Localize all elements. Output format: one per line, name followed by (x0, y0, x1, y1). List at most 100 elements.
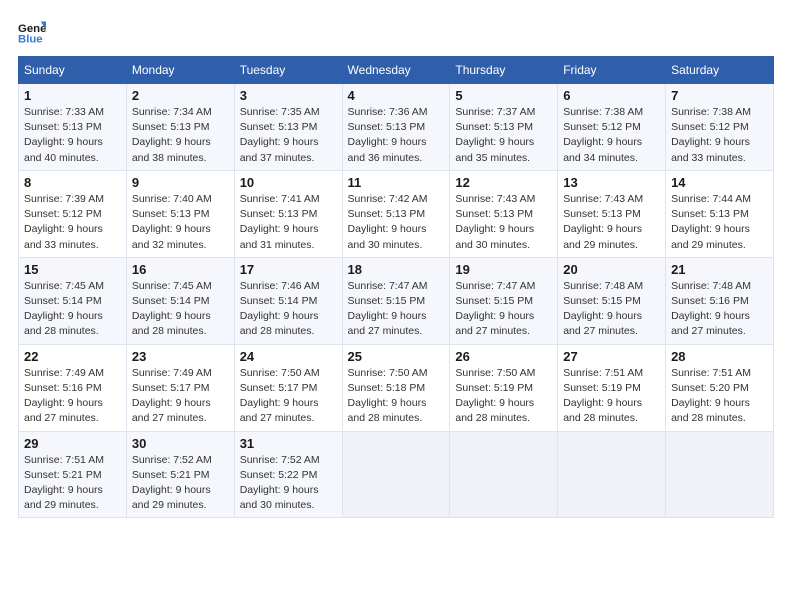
day-info: Sunrise: 7:38 AMSunset: 5:12 PMDaylight:… (563, 106, 643, 164)
calendar-cell: 13Sunrise: 7:43 AMSunset: 5:13 PMDayligh… (558, 170, 666, 257)
calendar-cell: 26 Sunrise: 7:50 AMSunset: 5:19 PMDayligh… (450, 344, 558, 431)
day-number: 17 (240, 262, 337, 277)
weekday-header-tuesday: Tuesday (234, 57, 342, 84)
calendar-cell: 11Sunrise: 7:42 AMSunset: 5:13 PMDayligh… (342, 170, 450, 257)
week-row-1: 1 Sunrise: 7:33 AMSunset: 5:13 PMDaylight… (19, 84, 774, 171)
day-info: Sunrise: 7:40 AMSunset: 5:13 PMDaylight:… (132, 193, 212, 251)
calendar-cell: 18 Sunrise: 7:47 AMSunset: 5:15 PMDayligh… (342, 257, 450, 344)
day-number: 9 (132, 175, 229, 190)
day-number: 12 (455, 175, 552, 190)
day-info: Sunrise: 7:51 AMSunset: 5:19 PMDaylight:… (563, 367, 643, 425)
day-info: Sunrise: 7:41 AMSunset: 5:13 PMDaylight:… (240, 193, 320, 251)
day-number: 24 (240, 349, 337, 364)
calendar-cell: 22 Sunrise: 7:49 AMSunset: 5:16 PMDayligh… (19, 344, 127, 431)
day-number: 26 (455, 349, 552, 364)
day-number: 13 (563, 175, 660, 190)
week-row-2: 8 Sunrise: 7:39 AMSunset: 5:12 PMDaylight… (19, 170, 774, 257)
weekday-header-thursday: Thursday (450, 57, 558, 84)
weekday-header-monday: Monday (126, 57, 234, 84)
day-info: Sunrise: 7:34 AMSunset: 5:13 PMDaylight:… (132, 106, 212, 164)
day-number: 21 (671, 262, 768, 277)
calendar-cell: 10 Sunrise: 7:41 AMSunset: 5:13 PMDayligh… (234, 170, 342, 257)
weekday-header-sunday: Sunday (19, 57, 127, 84)
day-info: Sunrise: 7:48 AMSunset: 5:15 PMDaylight:… (563, 280, 643, 338)
day-info: Sunrise: 7:39 AMSunset: 5:12 PMDaylight:… (24, 193, 104, 251)
day-info: Sunrise: 7:35 AMSunset: 5:13 PMDaylight:… (240, 106, 320, 164)
calendar-cell: 17Sunrise: 7:46 AMSunset: 5:14 PMDayligh… (234, 257, 342, 344)
calendar-cell: 30 Sunrise: 7:52 AMSunset: 5:21 PMDayligh… (126, 431, 234, 518)
calendar-cell: 20 Sunrise: 7:48 AMSunset: 5:15 PMDayligh… (558, 257, 666, 344)
calendar-cell: 28 Sunrise: 7:51 AMSunset: 5:20 PMDayligh… (666, 344, 774, 431)
day-number: 30 (132, 436, 229, 451)
calendar-cell: 9 Sunrise: 7:40 AMSunset: 5:13 PMDaylight… (126, 170, 234, 257)
day-info: Sunrise: 7:49 AMSunset: 5:17 PMDaylight:… (132, 367, 212, 425)
day-number: 20 (563, 262, 660, 277)
logo: General Blue (18, 18, 50, 46)
calendar-cell (342, 431, 450, 518)
calendar-cell: 12 Sunrise: 7:43 AMSunset: 5:13 PMDayligh… (450, 170, 558, 257)
calendar-cell: 19Sunrise: 7:47 AMSunset: 5:15 PMDayligh… (450, 257, 558, 344)
calendar-cell: 29 Sunrise: 7:51 AMSunset: 5:21 PMDayligh… (19, 431, 127, 518)
day-number: 19 (455, 262, 552, 277)
day-info: Sunrise: 7:33 AMSunset: 5:13 PMDaylight:… (24, 106, 104, 164)
logo-icon: General Blue (18, 18, 46, 46)
day-info: Sunrise: 7:38 AMSunset: 5:12 PMDaylight:… (671, 106, 751, 164)
day-number: 29 (24, 436, 121, 451)
day-number: 7 (671, 88, 768, 103)
calendar-cell: 31Sunrise: 7:52 AMSunset: 5:22 PMDayligh… (234, 431, 342, 518)
day-number: 4 (348, 88, 445, 103)
day-info: Sunrise: 7:50 AMSunset: 5:19 PMDaylight:… (455, 367, 535, 425)
day-info: Sunrise: 7:36 AMSunset: 5:13 PMDaylight:… (348, 106, 428, 164)
calendar-cell: 6Sunrise: 7:38 AMSunset: 5:12 PMDaylight… (558, 84, 666, 171)
day-info: Sunrise: 7:47 AMSunset: 5:15 PMDaylight:… (348, 280, 428, 338)
day-number: 2 (132, 88, 229, 103)
calendar-cell: 15Sunrise: 7:45 AMSunset: 5:14 PMDayligh… (19, 257, 127, 344)
day-number: 1 (24, 88, 121, 103)
day-info: Sunrise: 7:49 AMSunset: 5:16 PMDaylight:… (24, 367, 104, 425)
calendar-cell: 4 Sunrise: 7:36 AMSunset: 5:13 PMDaylight… (342, 84, 450, 171)
calendar-cell: 5Sunrise: 7:37 AMSunset: 5:13 PMDaylight… (450, 84, 558, 171)
day-number: 10 (240, 175, 337, 190)
day-info: Sunrise: 7:52 AMSunset: 5:21 PMDaylight:… (132, 454, 212, 512)
calendar-cell: 25Sunrise: 7:50 AMSunset: 5:18 PMDayligh… (342, 344, 450, 431)
day-number: 16 (132, 262, 229, 277)
calendar-cell (450, 431, 558, 518)
day-number: 23 (132, 349, 229, 364)
day-number: 8 (24, 175, 121, 190)
calendar-cell (558, 431, 666, 518)
calendar-cell: 8 Sunrise: 7:39 AMSunset: 5:12 PMDaylight… (19, 170, 127, 257)
day-number: 31 (240, 436, 337, 451)
calendar-cell: 21 Sunrise: 7:48 AMSunset: 5:16 PMDayligh… (666, 257, 774, 344)
calendar-cell: 14 Sunrise: 7:44 AMSunset: 5:13 PMDayligh… (666, 170, 774, 257)
day-info: Sunrise: 7:45 AMSunset: 5:14 PMDaylight:… (24, 280, 104, 338)
day-number: 28 (671, 349, 768, 364)
day-number: 27 (563, 349, 660, 364)
day-number: 3 (240, 88, 337, 103)
calendar-cell: 24Sunrise: 7:50 AMSunset: 5:17 PMDayligh… (234, 344, 342, 431)
day-number: 14 (671, 175, 768, 190)
calendar-cell: 27 Sunrise: 7:51 AMSunset: 5:19 PMDayligh… (558, 344, 666, 431)
week-row-4: 22 Sunrise: 7:49 AMSunset: 5:16 PMDayligh… (19, 344, 774, 431)
weekday-header-row: SundayMondayTuesdayWednesdayThursdayFrid… (19, 57, 774, 84)
day-info: Sunrise: 7:43 AMSunset: 5:13 PMDaylight:… (455, 193, 535, 251)
day-info: Sunrise: 7:50 AMSunset: 5:18 PMDaylight:… (348, 367, 428, 425)
calendar-cell: 1 Sunrise: 7:33 AMSunset: 5:13 PMDaylight… (19, 84, 127, 171)
day-info: Sunrise: 7:37 AMSunset: 5:13 PMDaylight:… (455, 106, 535, 164)
calendar-cell: 16Sunrise: 7:45 AMSunset: 5:14 PMDayligh… (126, 257, 234, 344)
calendar-cell: 23 Sunrise: 7:49 AMSunset: 5:17 PMDayligh… (126, 344, 234, 431)
day-info: Sunrise: 7:48 AMSunset: 5:16 PMDaylight:… (671, 280, 751, 338)
day-info: Sunrise: 7:42 AMSunset: 5:13 PMDaylight:… (348, 193, 428, 251)
weekday-header-wednesday: Wednesday (342, 57, 450, 84)
day-info: Sunrise: 7:44 AMSunset: 5:13 PMDaylight:… (671, 193, 751, 251)
header: General Blue (18, 18, 774, 46)
day-number: 18 (348, 262, 445, 277)
week-row-3: 15Sunrise: 7:45 AMSunset: 5:14 PMDayligh… (19, 257, 774, 344)
day-number: 22 (24, 349, 121, 364)
day-info: Sunrise: 7:51 AMSunset: 5:21 PMDaylight:… (24, 454, 104, 512)
day-info: Sunrise: 7:51 AMSunset: 5:20 PMDaylight:… (671, 367, 751, 425)
week-row-5: 29 Sunrise: 7:51 AMSunset: 5:21 PMDayligh… (19, 431, 774, 518)
calendar-cell: 2 Sunrise: 7:34 AMSunset: 5:13 PMDaylight… (126, 84, 234, 171)
weekday-header-saturday: Saturday (666, 57, 774, 84)
svg-text:Blue: Blue (18, 34, 43, 46)
calendar-container: General Blue SundayMondayTuesdayWednesda… (0, 0, 792, 528)
